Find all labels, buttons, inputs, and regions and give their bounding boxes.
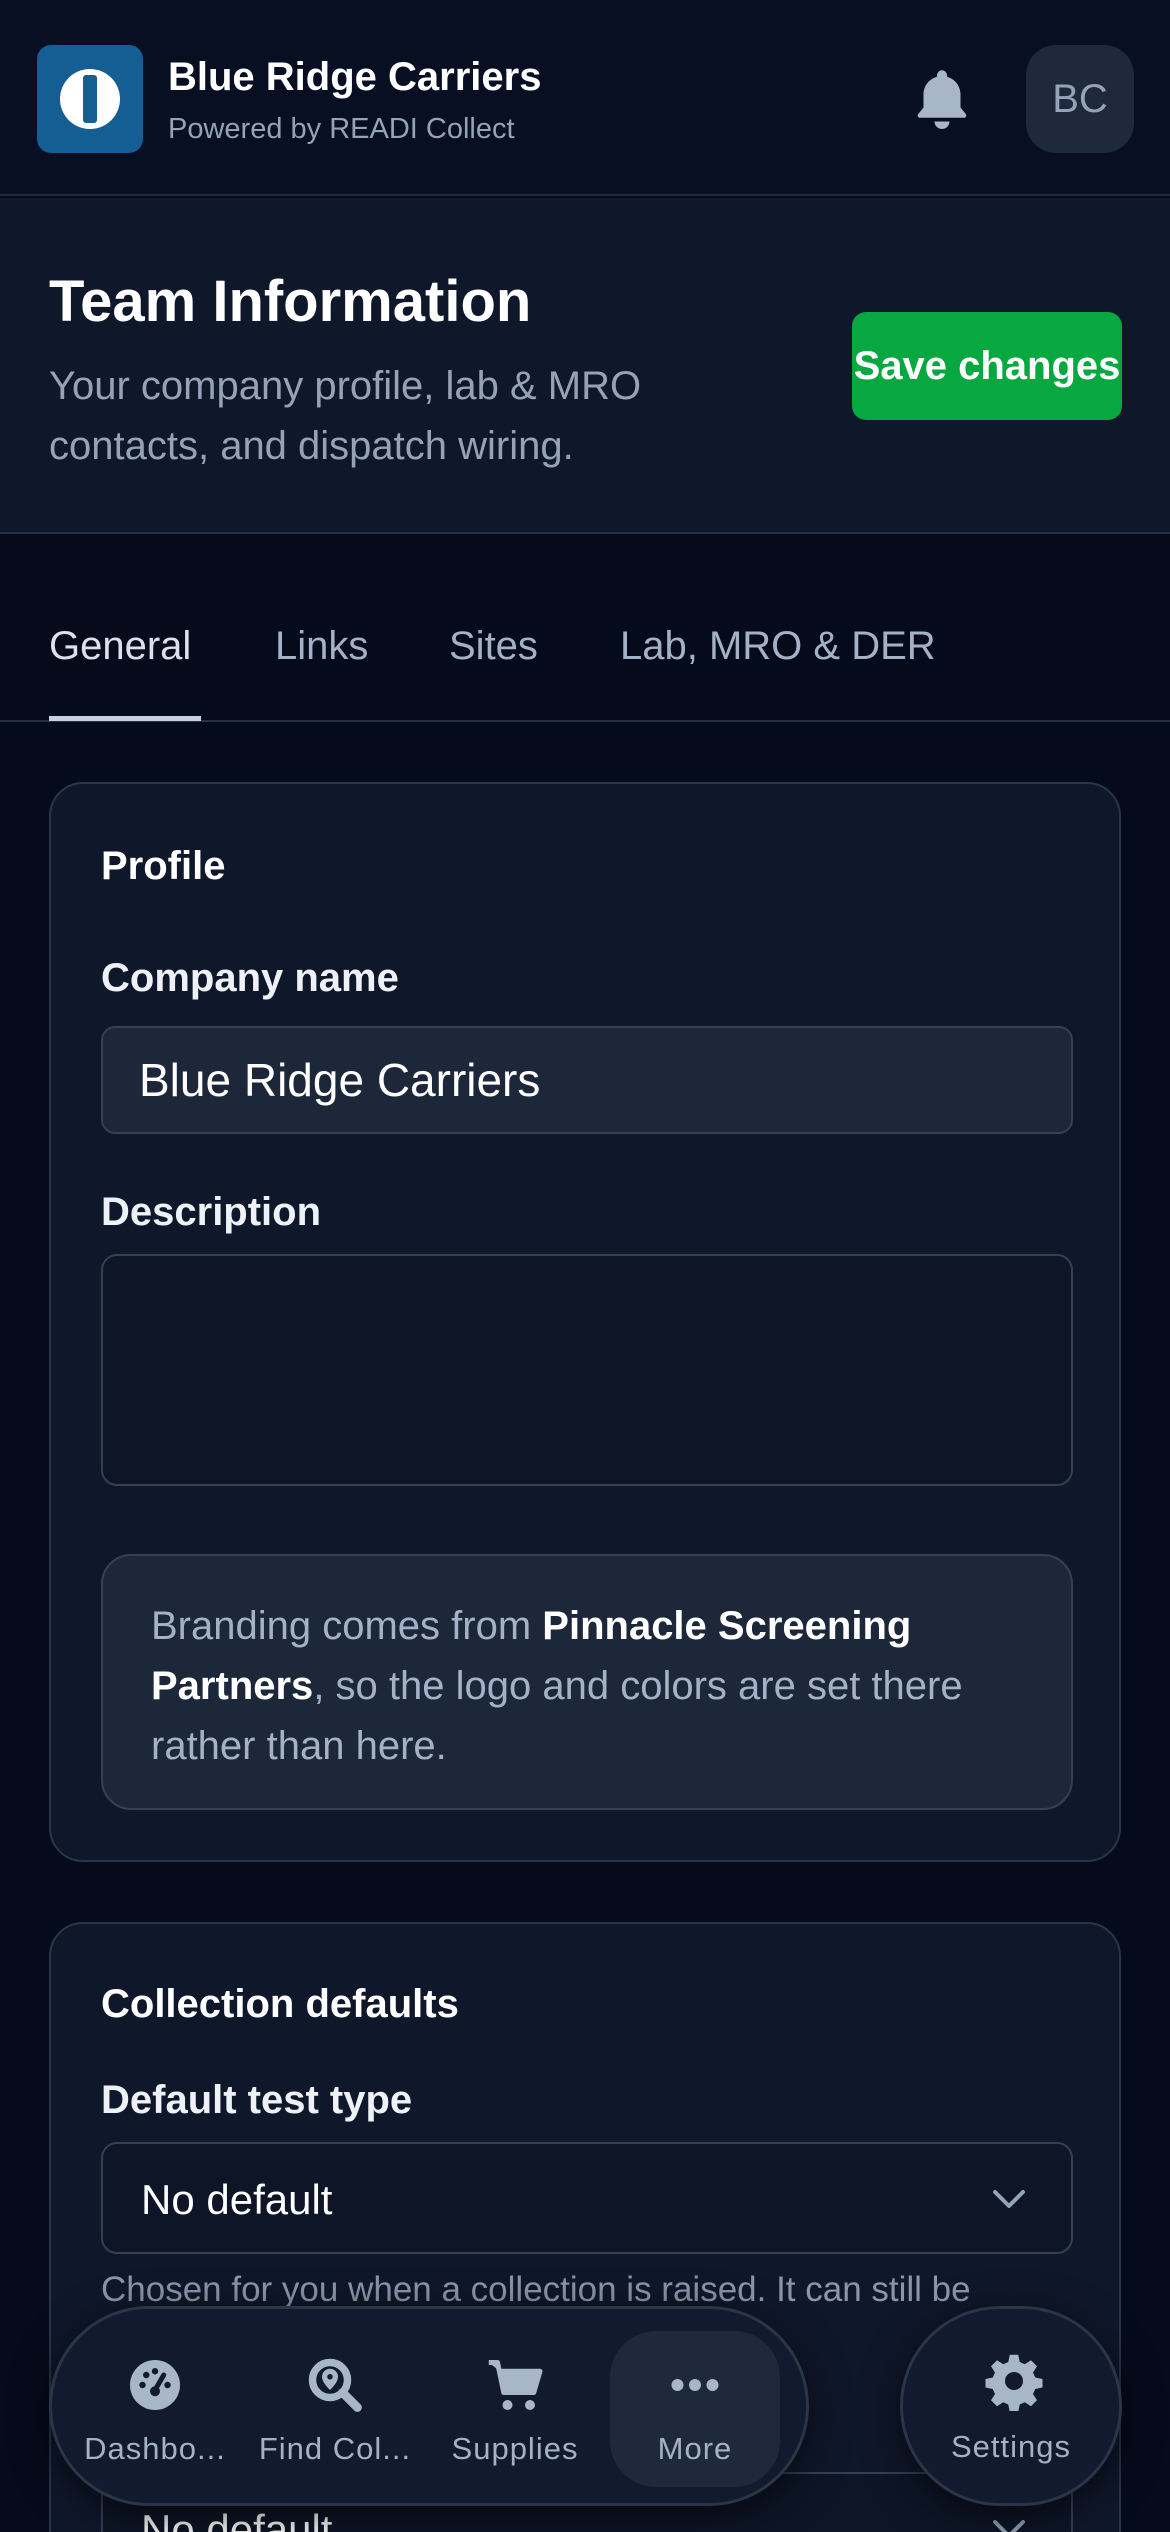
chevron-down-icon	[993, 2190, 1025, 2208]
page-title: Team Information	[49, 269, 532, 334]
nav-label-supplies: Supplies	[451, 2431, 579, 2466]
tab-bar: General Links Sites Lab, MRO & DER	[0, 536, 1170, 722]
bottom-nav: Dashbo... Find Col... Supplies More	[49, 2306, 809, 2506]
nav-item-supplies[interactable]: Supplies	[430, 2331, 600, 2487]
tab-links[interactable]: Links	[275, 624, 368, 669]
description-textarea[interactable]	[101, 1254, 1073, 1486]
profile-card: Profile Company name Description Brandin…	[49, 782, 1121, 1862]
collection-defaults-title: Collection defaults	[101, 1982, 459, 2026]
default-test-type-label: Default test type	[101, 2078, 413, 2122]
default-test-type-select[interactable]: No default	[101, 2142, 1073, 2254]
branding-note: Branding comes from Pinnacle Screening P…	[101, 1554, 1073, 1810]
brand-subtitle: Powered by READI Collect	[168, 113, 515, 145]
page-header: Team Information Your company profile, l…	[0, 198, 1170, 534]
default-test-type-help: Chosen for you when a collection is rais…	[101, 2270, 971, 2309]
brand-name: Blue Ridge Carriers	[168, 55, 542, 99]
settings-label: Settings	[950, 2429, 1071, 2464]
branding-note-prefix: Branding comes from	[151, 1604, 543, 1648]
dashboard-icon	[130, 2360, 180, 2410]
tab-lab-mro-der[interactable]: Lab, MRO & DER	[620, 624, 936, 669]
nav-item-find-collector[interactable]: Find Col...	[250, 2331, 420, 2487]
chevron-down-icon	[993, 2520, 1025, 2532]
more-icon	[671, 2379, 719, 2391]
nav-item-more[interactable]: More	[610, 2331, 780, 2487]
brand-logo-icon[interactable]	[37, 45, 143, 153]
tab-general[interactable]: General	[49, 624, 191, 669]
gear-icon	[985, 2354, 1043, 2411]
nav-item-dashboard[interactable]: Dashbo...	[70, 2331, 240, 2487]
tab-sites[interactable]: Sites	[449, 624, 538, 669]
company-name-input[interactable]	[101, 1026, 1073, 1134]
find-location-icon	[308, 2358, 362, 2412]
save-changes-button[interactable]: Save changes	[852, 312, 1122, 420]
secondary-default-value: No default	[141, 2506, 333, 2532]
avatar[interactable]: BC	[1026, 45, 1134, 153]
nav-label-more: More	[657, 2431, 733, 2466]
active-tab-indicator	[49, 716, 201, 721]
bell-icon[interactable]	[912, 66, 972, 132]
company-name-label: Company name	[101, 956, 399, 1000]
page-subtitle: Your company profile, lab & MRO contacts…	[49, 364, 642, 468]
settings-button[interactable]: Settings	[900, 2306, 1122, 2506]
description-label: Description	[101, 1190, 322, 1234]
cart-icon	[488, 2360, 543, 2410]
nav-label-find-collector: Find Col...	[258, 2431, 412, 2466]
app-header: Blue Ridge Carriers Powered by READI Col…	[0, 0, 1170, 196]
profile-section-title: Profile	[101, 844, 226, 888]
nav-label-dashboard: Dashbo...	[84, 2431, 226, 2466]
default-test-type-value: No default	[141, 2176, 333, 2223]
